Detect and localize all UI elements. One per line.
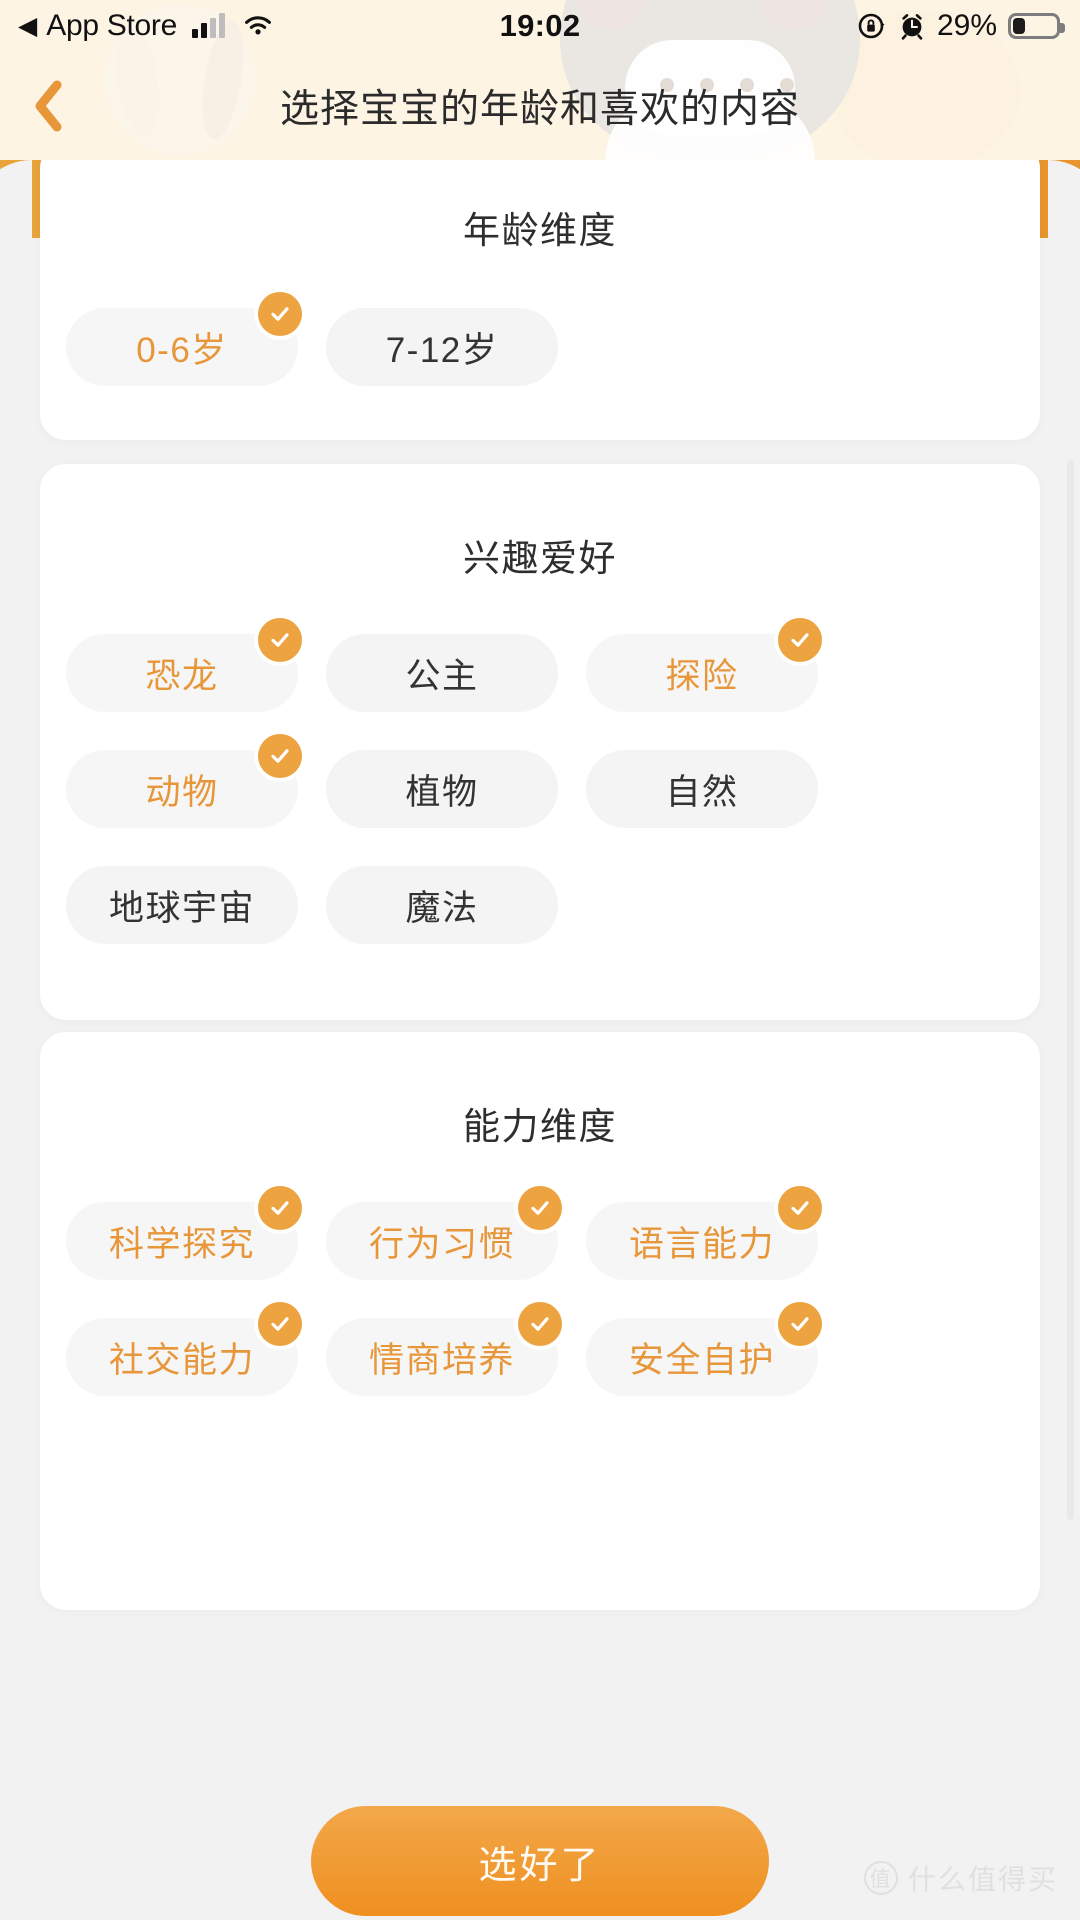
check-badge-icon bbox=[778, 618, 822, 662]
section-card-ability: 能力维度 科学探究 行为习惯 语言能力 社交能力 情商培养 安全自护 bbox=[40, 1032, 1040, 1610]
chip-interest-1[interactable]: 公主 bbox=[326, 634, 558, 712]
chip-ability-4[interactable]: 情商培养 bbox=[326, 1302, 562, 1396]
section-title-age: 年龄维度 bbox=[463, 210, 617, 251]
chip-label: 植物 bbox=[405, 772, 479, 812]
chip-label: 行为习惯 bbox=[368, 1224, 515, 1264]
chip-ability-3[interactable]: 社交能力 bbox=[66, 1302, 302, 1396]
chip-ability-0[interactable]: 科学探究 bbox=[66, 1186, 302, 1280]
chip-group-interests: 恐龙 公主 探险 动物 植物 自然 地球宇宙 魔法 bbox=[40, 618, 1040, 944]
section-title-ability: 能力维度 bbox=[463, 1106, 617, 1147]
chip-label: 恐龙 bbox=[145, 656, 219, 696]
chip-interest-3[interactable]: 动物 bbox=[66, 734, 302, 828]
chip-interest-4[interactable]: 植物 bbox=[326, 750, 558, 828]
section-title-interests: 兴趣爱好 bbox=[463, 538, 617, 579]
chip-label: 科学探究 bbox=[108, 1224, 255, 1264]
scroll-content[interactable]: 年龄维度 0-6岁 7-12岁 兴趣爱好 恐龙 公主 探险 动物 植物 自然 地… bbox=[0, 160, 1080, 1772]
section-card-age: 年龄维度 0-6岁 7-12岁 bbox=[40, 160, 1040, 440]
check-badge-icon bbox=[258, 618, 302, 662]
status-bar-clock: 19:02 bbox=[499, 8, 581, 43]
chip-label: 情商培养 bbox=[368, 1340, 515, 1380]
chip-age-0[interactable]: 0-6岁 bbox=[66, 292, 302, 386]
chip-interest-6[interactable]: 地球宇宙 bbox=[66, 866, 298, 944]
check-badge-icon bbox=[258, 734, 302, 778]
chip-interest-0[interactable]: 恐龙 bbox=[66, 618, 302, 712]
chip-interest-7[interactable]: 魔法 bbox=[326, 866, 558, 944]
chip-label: 魔法 bbox=[405, 888, 479, 928]
navigation-bar: 选择宝宝的年龄和喜欢的内容 bbox=[0, 52, 1080, 160]
chip-ability-1[interactable]: 行为习惯 bbox=[326, 1186, 562, 1280]
chip-label: 0-6岁 bbox=[136, 330, 228, 370]
check-badge-icon bbox=[518, 1302, 562, 1346]
chip-label: 地球宇宙 bbox=[108, 888, 255, 928]
chip-label: 7-12岁 bbox=[385, 330, 499, 370]
chip-label: 自然 bbox=[665, 772, 739, 812]
chip-age-1[interactable]: 7-12岁 bbox=[326, 308, 558, 386]
confirm-selection-button[interactable]: 选好了 bbox=[311, 1806, 769, 1916]
check-badge-icon bbox=[778, 1302, 822, 1346]
check-badge-icon bbox=[258, 1302, 302, 1346]
chip-interest-2[interactable]: 探险 bbox=[586, 618, 822, 712]
check-badge-icon bbox=[258, 1186, 302, 1230]
chip-label: 社交能力 bbox=[108, 1340, 255, 1380]
chip-group-age: 0-6岁 7-12岁 bbox=[40, 292, 1040, 386]
page-title: 选择宝宝的年龄和喜欢的内容 bbox=[279, 88, 800, 131]
battery-icon bbox=[1008, 13, 1065, 39]
chip-label: 语言能力 bbox=[628, 1224, 775, 1264]
watermark-text: 什么值得买 bbox=[907, 1864, 1058, 1895]
chip-group-ability: 科学探究 行为习惯 语言能力 社交能力 情商培养 安全自护 bbox=[40, 1186, 1040, 1396]
chip-label: 公主 bbox=[405, 656, 479, 696]
chip-ability-2[interactable]: 语言能力 bbox=[586, 1186, 822, 1280]
chip-label: 探险 bbox=[665, 656, 739, 696]
watermark-logo-icon: 值 bbox=[863, 1861, 898, 1895]
vertical-scrollbar[interactable] bbox=[1067, 460, 1074, 1520]
section-card-interests: 兴趣爱好 恐龙 公主 探险 动物 植物 自然 地球宇宙 魔法 bbox=[40, 464, 1040, 1020]
check-badge-icon bbox=[778, 1186, 822, 1230]
chip-interest-5[interactable]: 自然 bbox=[586, 750, 818, 828]
chip-ability-5[interactable]: 安全自护 bbox=[586, 1302, 822, 1396]
status-bar: ◀ App Store 19:02 29% bbox=[0, 0, 1080, 52]
chip-label: 动物 bbox=[145, 772, 219, 812]
chip-label: 安全自护 bbox=[628, 1340, 775, 1380]
check-badge-icon bbox=[518, 1186, 562, 1230]
check-badge-icon bbox=[258, 292, 302, 336]
watermark: 值 什么值得买 bbox=[863, 1858, 1058, 1898]
